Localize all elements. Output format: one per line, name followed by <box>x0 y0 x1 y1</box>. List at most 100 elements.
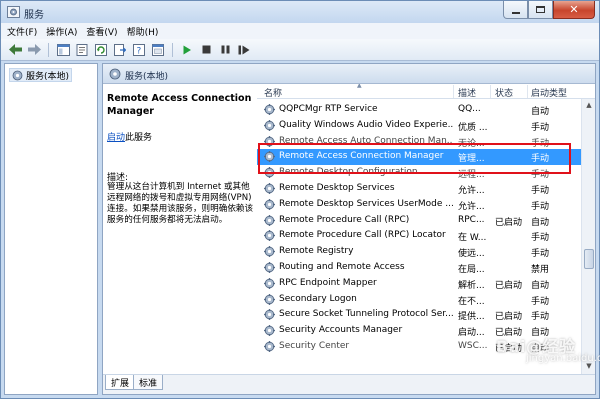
scroll-up-icon[interactable]: ▲ <box>584 101 594 111</box>
service-description: 优质 ... <box>458 122 488 133</box>
highlight-box <box>258 143 571 174</box>
description-text: 管理从这台计算机到 Internet 或其他远程网络的拨号和虚拟专用网络(VPN… <box>107 182 254 225</box>
maximize-button[interactable] <box>528 1 553 19</box>
service-gear-icon <box>264 261 275 273</box>
start-service-button[interactable] <box>179 42 195 58</box>
service-row[interactable]: Remote Desktop Services 允许... 手动 <box>257 181 581 197</box>
service-name: Remote Desktop Services <box>279 182 395 193</box>
service-startup-type: 手动 <box>531 122 550 133</box>
menu-help[interactable]: 帮助(H) <box>127 25 159 38</box>
help-icon: ? <box>133 43 145 56</box>
service-gear-icon <box>264 325 275 337</box>
service-gear-icon <box>264 277 275 289</box>
start-service-line: 启动此服务 <box>107 130 152 143</box>
column-name[interactable]: 名称 <box>264 86 282 99</box>
view-tabs: 扩展 标准 <box>103 374 595 394</box>
export-list-button[interactable] <box>112 42 128 58</box>
services-gear-icon <box>109 68 121 80</box>
menu-action[interactable]: 操作(A) <box>46 25 77 38</box>
service-row[interactable]: Secondary Logon 在不... 手动 <box>257 292 581 308</box>
service-status: 已启动 <box>495 280 523 291</box>
back-button[interactable] <box>7 42 23 58</box>
service-name: Secondary Logon <box>279 293 357 304</box>
menu-view[interactable]: 查看(V) <box>86 25 117 38</box>
refresh-button[interactable] <box>93 42 109 58</box>
column-header: ▲ 名称 描述 状态 启动类型 <box>257 84 595 99</box>
pause-service-icon <box>221 45 229 54</box>
scrollbar-thumb[interactable] <box>584 249 594 269</box>
service-startup-type: 手动 <box>531 249 550 260</box>
title-bar[interactable]: 服务 ✕ <box>1 1 599 23</box>
column-startup-type[interactable]: 启动类型 <box>531 86 567 99</box>
restart-service-icon <box>238 45 250 54</box>
menu-bar: 文件(F) 操作(A) 查看(V) 帮助(H) <box>1 23 599 39</box>
service-name: Remote Desktop Services UserMode ... <box>279 198 453 209</box>
start-service-link[interactable]: 启动 <box>107 133 125 143</box>
tab-extended[interactable]: 扩展 <box>105 375 136 390</box>
service-startup-type: 手动 <box>531 296 550 307</box>
service-row[interactable]: Routing and Remote Access 在局... 禁用 <box>257 260 581 276</box>
tree-item-services-local[interactable]: 服务(本地) <box>9 68 73 82</box>
properties-button[interactable] <box>74 42 90 58</box>
service-row[interactable]: Quality Windows Audio Video Experie... 优质… <box>257 118 581 134</box>
minimize-button[interactable] <box>503 1 528 19</box>
service-row[interactable]: Remote Procedure Call (RPC) RPC... 已启动 自动 <box>257 213 581 229</box>
service-gear-icon <box>264 104 275 115</box>
service-name: Routing and Remote Access <box>279 261 405 272</box>
show-tree-button[interactable] <box>55 42 71 58</box>
column-divider[interactable] <box>490 85 491 98</box>
console-tree-pane: 服务(本地) <box>4 63 98 395</box>
service-startup-type: 手动 <box>531 233 550 244</box>
service-status: 已启动 <box>495 217 523 228</box>
stop-service-button[interactable] <box>198 42 214 58</box>
service-description: 启动... <box>458 328 485 339</box>
service-gear-icon <box>264 214 275 226</box>
service-description: RPC... <box>458 214 485 225</box>
toolbar-separator <box>172 42 173 57</box>
service-row[interactable]: Remote Desktop Services UserMode ... 允许..… <box>257 197 581 213</box>
stop-service-icon <box>202 45 210 54</box>
forward-button[interactable] <box>26 42 42 58</box>
sort-ascending-icon: ▲ <box>357 84 362 89</box>
service-row[interactable]: RPC Endpoint Mapper 解析... 已启动 自动 <box>257 276 581 292</box>
service-row[interactable]: Remote Procedure Call (RPC) Locator 在 W..… <box>257 228 581 244</box>
services-window: 服务 ✕ 文件(F) 操作(A) 查看(V) 帮助(H) ? 服务(本地) 服务… <box>0 0 600 399</box>
service-row[interactable]: Secure Socket Tunneling Protocol Ser... 提… <box>257 307 581 323</box>
pause-service-button[interactable] <box>217 42 233 58</box>
console-button[interactable] <box>150 42 166 58</box>
service-startup-type: 禁用 <box>531 264 550 275</box>
start-service-suffix: 此服务 <box>125 133 153 143</box>
service-name: QQPCMgr RTP Service <box>279 104 378 114</box>
service-description: QQ... <box>458 104 481 114</box>
toolbar: ? <box>1 39 599 61</box>
column-divider[interactable] <box>527 85 528 98</box>
service-gear-icon <box>264 182 275 194</box>
service-row[interactable]: Remote Registry 使远... 手动 <box>257 244 581 260</box>
service-row[interactable]: QQPCMgr RTP Service QQ... 自动 <box>257 102 581 118</box>
service-rows: QQPCMgr RTP Service QQ... 自动 Quality Window… <box>257 102 581 355</box>
column-description[interactable]: 描述 <box>458 86 476 99</box>
pane-title: 服务(本地) <box>125 72 169 82</box>
restart-service-button[interactable] <box>236 42 252 58</box>
services-gear-icon <box>7 6 20 18</box>
column-status[interactable]: 状态 <box>495 86 513 99</box>
vertical-scrollbar[interactable]: ▲ ▼ <box>581 99 595 374</box>
service-name: RPC Endpoint Mapper <box>279 277 377 288</box>
toolbar-separator <box>48 42 49 57</box>
service-description: 允许... <box>458 201 485 212</box>
service-description: 解析... <box>458 280 485 291</box>
back-arrow-icon <box>8 44 22 55</box>
close-button[interactable]: ✕ <box>553 1 595 19</box>
service-startup-type: 自动 <box>531 280 550 291</box>
column-divider[interactable] <box>453 85 454 98</box>
services-list: ▲ 名称 描述 状态 启动类型 QQPCMgr RTP Service QQ...… <box>257 84 595 374</box>
export-list-icon <box>114 43 126 56</box>
service-gear-icon <box>264 230 275 242</box>
service-description: WSC... <box>458 340 488 351</box>
console-tree-icon <box>56 43 70 56</box>
help-button[interactable]: ? <box>131 42 147 58</box>
service-startup-type: 手动 <box>531 185 550 196</box>
menu-file[interactable]: 文件(F) <box>7 25 37 38</box>
tab-standard[interactable]: 标准 <box>133 375 164 390</box>
service-description: 允许... <box>458 185 485 196</box>
